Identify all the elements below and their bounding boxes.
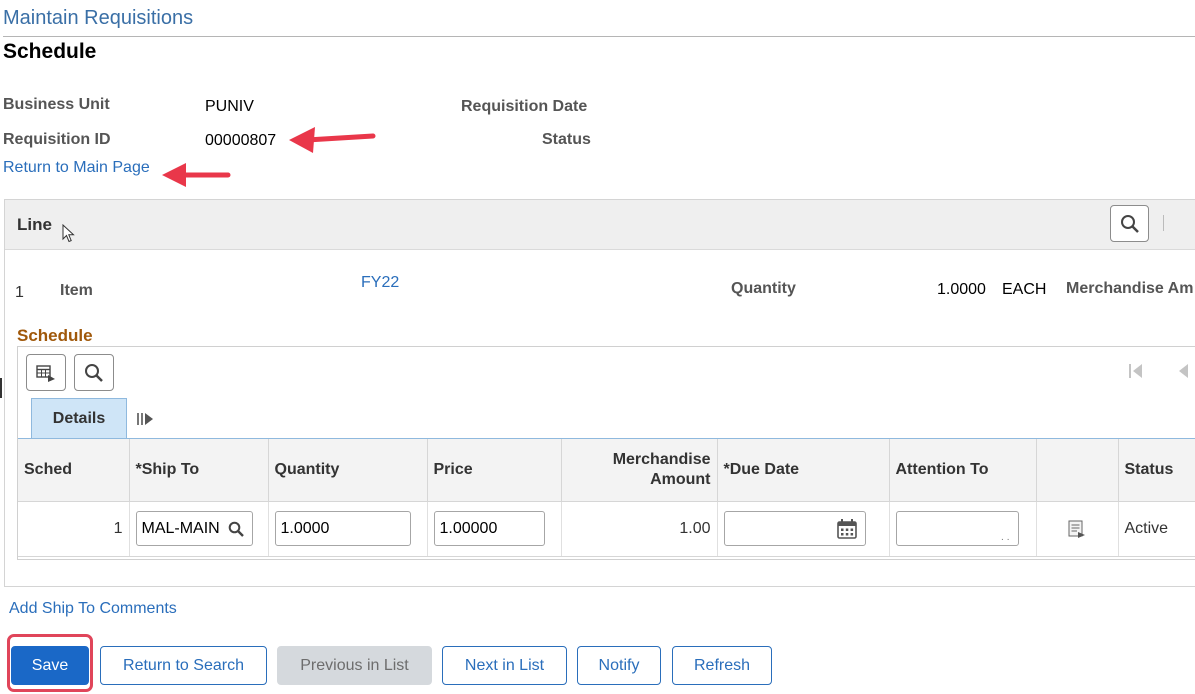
- column-header-ship-to[interactable]: *Ship To: [129, 439, 269, 502]
- show-all-columns-icon[interactable]: [136, 411, 156, 427]
- attention-to-cell: ..: [889, 501, 1037, 556]
- ship-to-input[interactable]: MAL-MAIN: [135, 511, 253, 547]
- ship-to-value: MAL-MAIN: [141, 519, 220, 537]
- schedule-title: Schedule: [17, 326, 93, 345]
- return-to-search-button[interactable]: Return to Search: [100, 646, 267, 685]
- mouse-cursor-icon: [62, 224, 75, 243]
- toolbar-separator: [1163, 215, 1164, 231]
- page-title: Schedule: [3, 40, 97, 63]
- column-header-merchandise-amount[interactable]: Merchandise Amount: [561, 439, 718, 502]
- tab-details[interactable]: Details: [31, 398, 127, 438]
- previous-page-icon[interactable]: [1174, 362, 1192, 380]
- column-header-price[interactable]: Price: [427, 439, 562, 502]
- previous-in-list-button[interactable]: Previous in List: [277, 646, 432, 685]
- search-icon: [1120, 214, 1139, 233]
- merchandise-amount-label: Merchandise Am: [1066, 280, 1194, 297]
- return-to-main-page-link[interactable]: Return to Main Page: [3, 159, 150, 177]
- merchandise-amount-value: 1.00: [561, 501, 718, 556]
- item-label: Item: [60, 282, 93, 299]
- details-cell: [1036, 501, 1119, 556]
- table-header-row: Sched *Ship To Quantity Price Merchandis…: [18, 439, 1195, 502]
- page-heading: Maintain Requisitions: [3, 7, 194, 29]
- line-quantity-label: Quantity: [731, 280, 796, 297]
- requisition-id-value: 00000807: [205, 132, 277, 149]
- add-ship-to-comments-link[interactable]: Add Ship To Comments: [9, 600, 177, 618]
- search-icon: [85, 363, 103, 382]
- line-header-bar: [5, 200, 1195, 250]
- price-input[interactable]: 1.00000: [433, 511, 545, 547]
- requisition-date-label: Requisition Date: [461, 98, 588, 115]
- grid-personalize-icon: [36, 364, 55, 382]
- column-header-status[interactable]: Status: [1118, 439, 1195, 502]
- due-date-cell: [717, 501, 890, 556]
- status-label: Status: [542, 131, 591, 148]
- heading-divider: [3, 36, 1195, 37]
- business-unit-label: Business Unit: [3, 96, 110, 113]
- refresh-button[interactable]: Refresh: [672, 646, 772, 685]
- column-header-details: [1036, 439, 1119, 502]
- line-quantity-value: 1.0000: [937, 281, 986, 298]
- status-value: Active: [1118, 501, 1195, 556]
- expand-ellipsis-icon[interactable]: ..: [1001, 532, 1013, 543]
- table-bottom-rule: [18, 556, 1195, 557]
- table-row: 1 MAL-MAIN 1.0000 1.00000 1.00 .. Active: [18, 501, 1195, 556]
- quantity-input[interactable]: 1.0000: [274, 511, 411, 547]
- price-cell: 1.00000: [427, 501, 562, 556]
- business-unit-value: PUNIV: [205, 98, 254, 115]
- quantity-value: 1.0000: [280, 519, 330, 537]
- annotation-arrow-return-link: [162, 163, 231, 187]
- ship-to-cell: MAL-MAIN: [129, 501, 269, 556]
- column-header-quantity[interactable]: Quantity: [268, 439, 428, 502]
- first-page-icon[interactable]: [1127, 362, 1145, 380]
- quantity-cell: 1.0000: [268, 501, 428, 556]
- grid-search-button[interactable]: [74, 354, 114, 391]
- search-icon[interactable]: [228, 521, 244, 538]
- merchandise-header-line1: Merchandise: [612, 450, 711, 468]
- left-edge-marker: [0, 378, 2, 398]
- price-value: 1.00000: [439, 519, 498, 537]
- row-details-icon[interactable]: [1067, 519, 1087, 539]
- sched-number: 1: [18, 501, 130, 556]
- next-in-list-button[interactable]: Next in List: [442, 646, 567, 685]
- calendar-icon[interactable]: [836, 518, 858, 540]
- attention-to-input[interactable]: ..: [895, 511, 1019, 547]
- column-header-attention-to[interactable]: Attention To: [889, 439, 1037, 502]
- requisition-id-label: Requisition ID: [3, 131, 111, 148]
- line-search-button[interactable]: [1110, 205, 1149, 242]
- item-value-link[interactable]: FY22: [361, 274, 399, 292]
- line-uom: EACH: [1002, 281, 1047, 298]
- line-number: 1: [15, 284, 24, 301]
- merchandise-header-line2: Amount: [650, 470, 711, 488]
- annotation-arrow-requisition-id: [289, 127, 376, 153]
- save-button[interactable]: Save: [11, 646, 89, 685]
- schedule-table: Sched *Ship To Quantity Price Merchandis…: [18, 439, 1195, 556]
- notify-button[interactable]: Notify: [577, 646, 661, 685]
- line-title: Line: [17, 215, 52, 234]
- column-header-sched[interactable]: Sched: [18, 439, 130, 502]
- due-date-input[interactable]: [723, 511, 866, 547]
- personalize-grid-button[interactable]: [26, 354, 66, 391]
- column-header-due-date[interactable]: *Due Date: [717, 439, 890, 502]
